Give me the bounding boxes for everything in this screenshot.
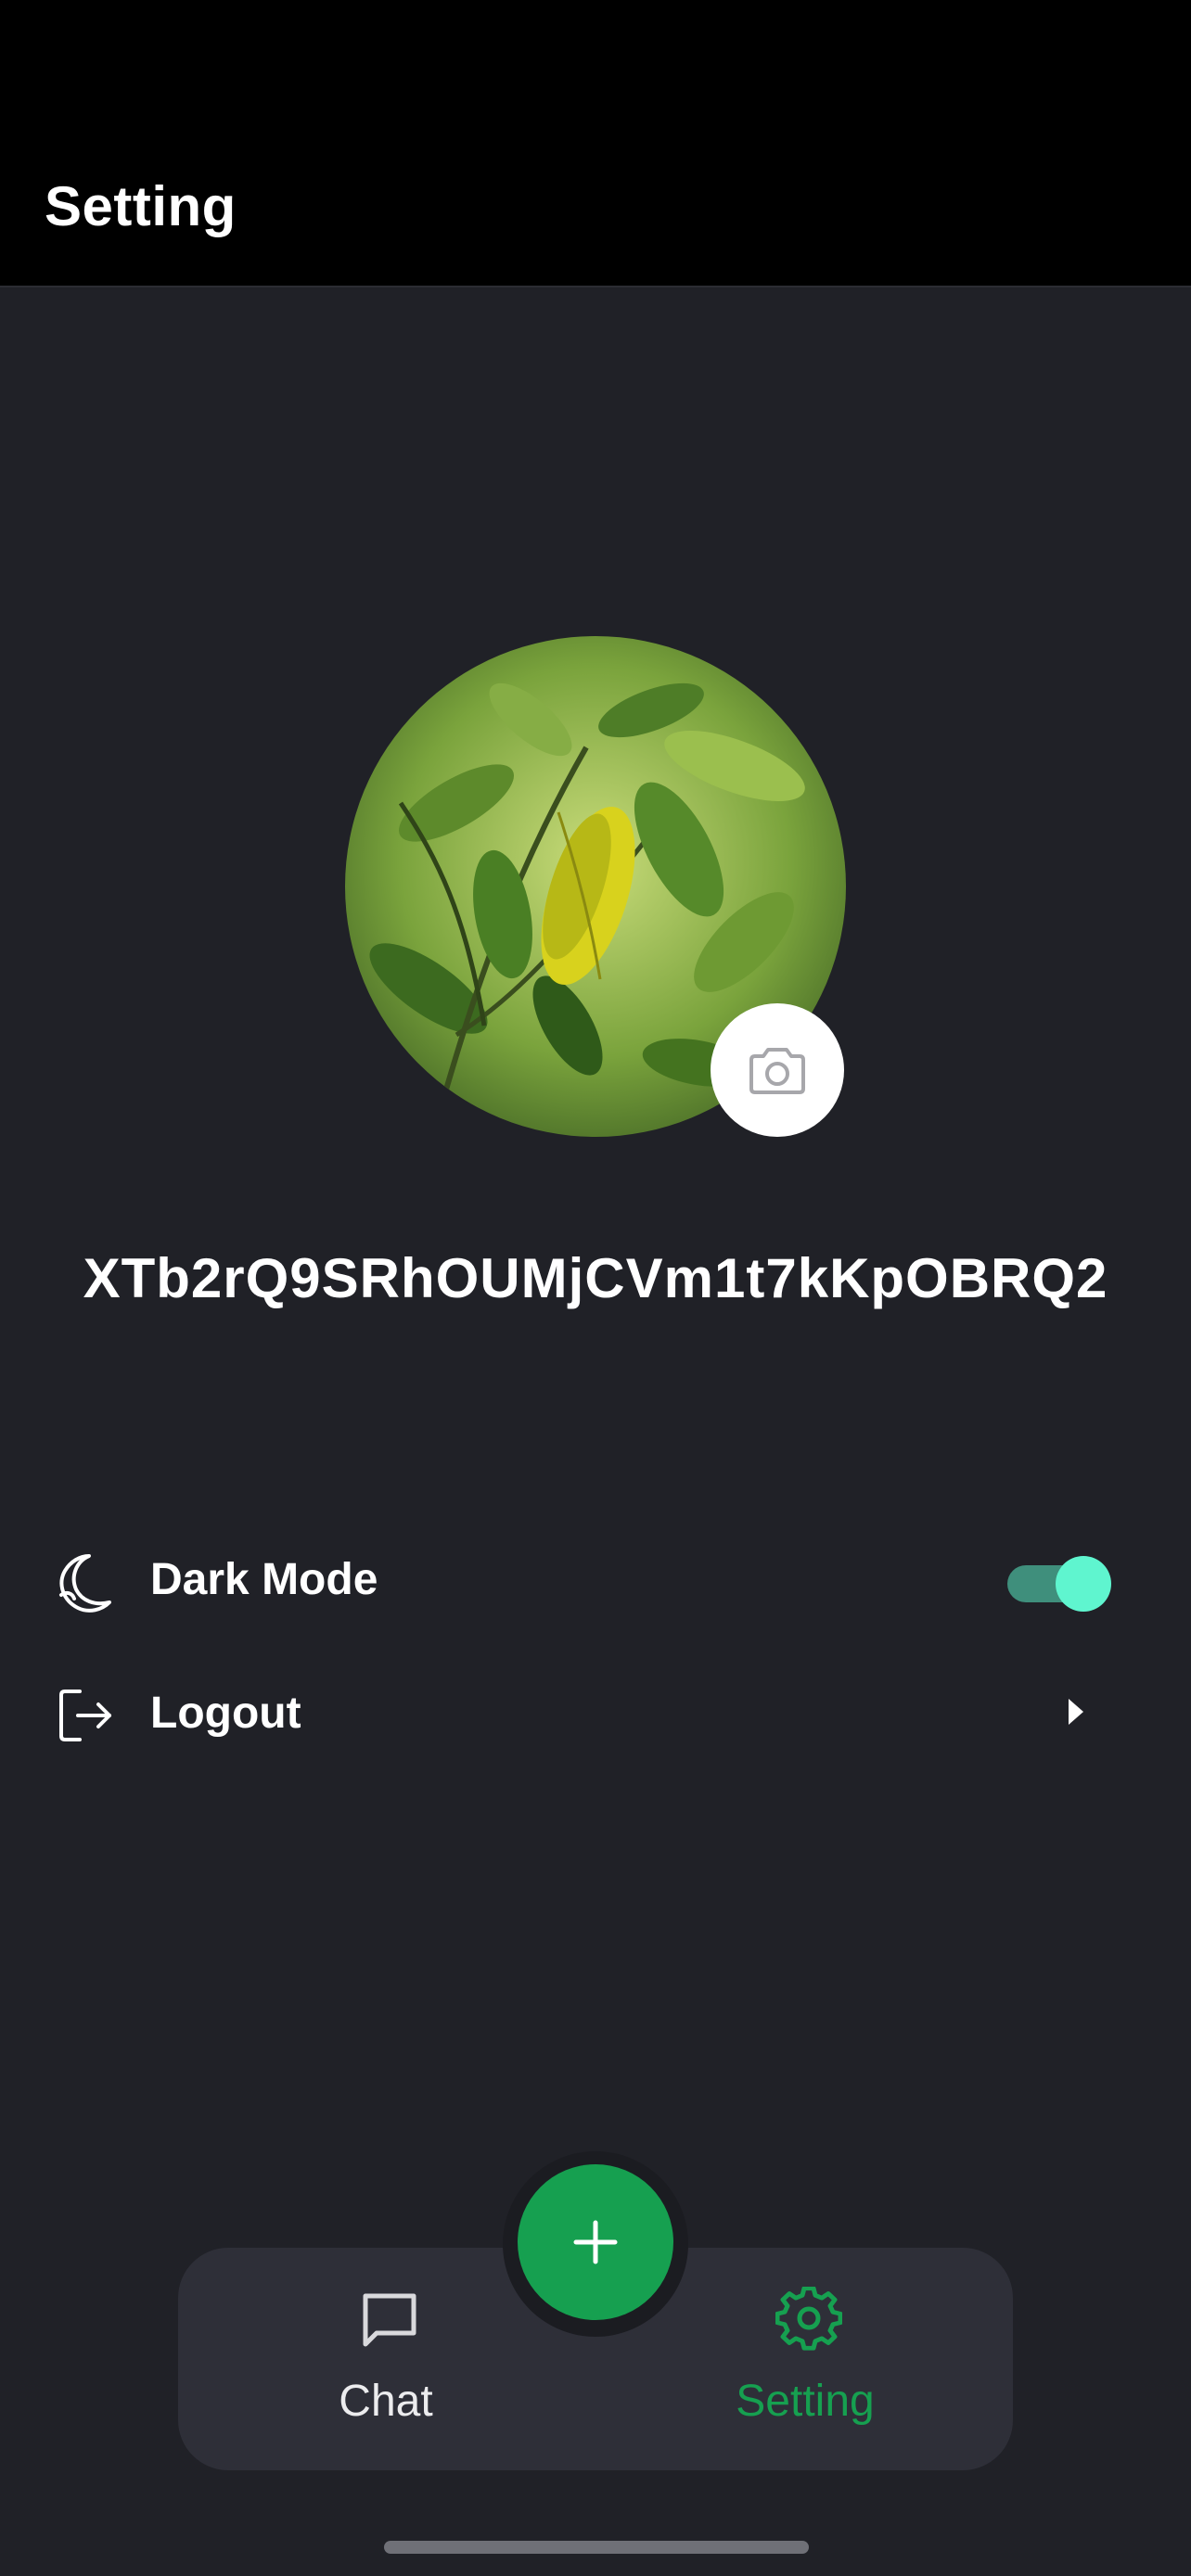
change-avatar-button[interactable] (711, 1003, 844, 1137)
dark-mode-label: Dark Mode (150, 1555, 378, 1604)
dark-mode-row[interactable]: Dark Mode (0, 1521, 1191, 1632)
logout-icon (59, 1690, 111, 1741)
toggle-knob (1056, 1556, 1111, 1612)
profile-avatar-container (345, 636, 846, 1137)
moon-icon (59, 1554, 111, 1613)
add-button[interactable] (518, 2164, 673, 2320)
page-title: Setting (45, 175, 237, 237)
logout-row[interactable]: Logout (0, 1654, 1191, 1766)
camera-icon (749, 1048, 805, 1094)
tab-chat[interactable]: Chat (247, 2248, 525, 2470)
chat-icon (363, 2293, 416, 2347)
gear-icon (775, 2287, 842, 2351)
tab-chat-label: Chat (339, 2377, 433, 2426)
chevron-right-icon (1069, 1699, 1083, 1725)
plus-icon (573, 2220, 618, 2264)
tab-setting-label: Setting (736, 2377, 875, 2426)
app-header: Setting (0, 0, 1191, 287)
home-indicator (384, 2541, 809, 2554)
tab-setting[interactable]: Setting (666, 2248, 944, 2470)
dark-mode-toggle[interactable] (1007, 1556, 1111, 1612)
logout-label: Logout (150, 1689, 301, 1738)
username: XTb2rQ9SRhOUMjCVm1t7kKpOBRQ2 (83, 1247, 1108, 1309)
